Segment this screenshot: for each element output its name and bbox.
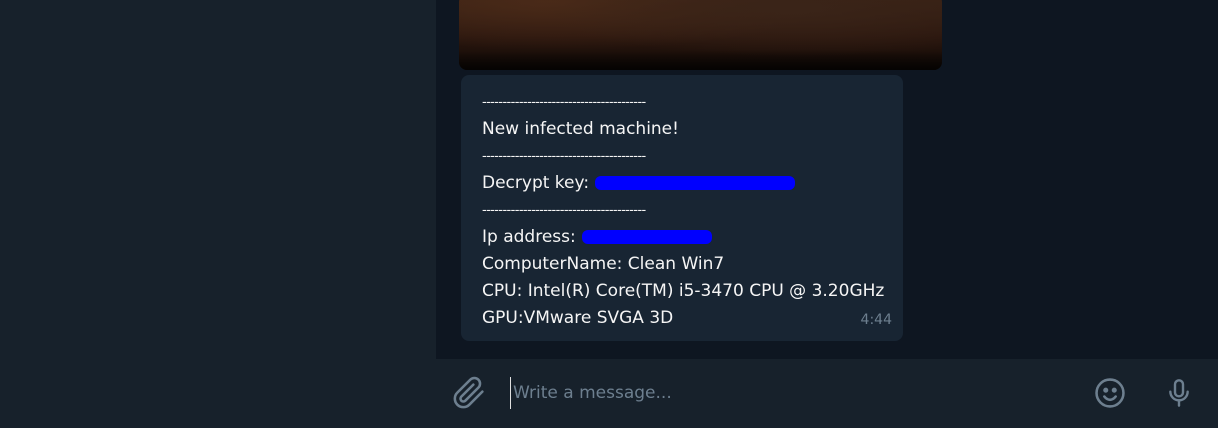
photo-message[interactable] [459,0,942,70]
message-input[interactable] [510,377,1073,409]
cpu-line: CPU: Intel(R) Core(TM) i5-3470 CPU @ 3.2… [482,281,885,301]
message-composer [436,359,1218,428]
decrypt-key-label: Decrypt key: [482,173,590,193]
paperclip-icon [453,376,484,409]
separator-line: ---------------------------------------- [482,95,646,110]
chat-history[interactable]: ----------------------------------------… [436,0,1218,359]
message-bubble[interactable]: ----------------------------------------… [461,75,903,341]
chat-list-pane [0,0,436,428]
emoji-button[interactable] [1091,374,1129,412]
microphone-icon [1169,379,1189,407]
ip-address-line: Ip address: [482,224,903,251]
voice-button[interactable] [1160,374,1198,412]
message-time: 4:44 [860,312,892,328]
emoji-icon [1095,378,1125,408]
redaction-mark [581,230,712,244]
message-title: New infected machine! [482,119,679,139]
decrypt-key-line: Decrypt key: [482,170,903,197]
messenger-window: ----------------------------------------… [0,0,1218,428]
redaction-mark [595,176,796,190]
separator-line: ---------------------------------------- [482,203,646,218]
attach-button[interactable] [450,374,488,412]
gpu-line: GPU:VMware SVGA 3D [482,308,674,328]
separator-line: ---------------------------------------- [482,149,646,164]
computer-name-line: ComputerName: Clean Win7 [482,254,725,274]
ip-address-label: Ip address: [482,227,576,247]
